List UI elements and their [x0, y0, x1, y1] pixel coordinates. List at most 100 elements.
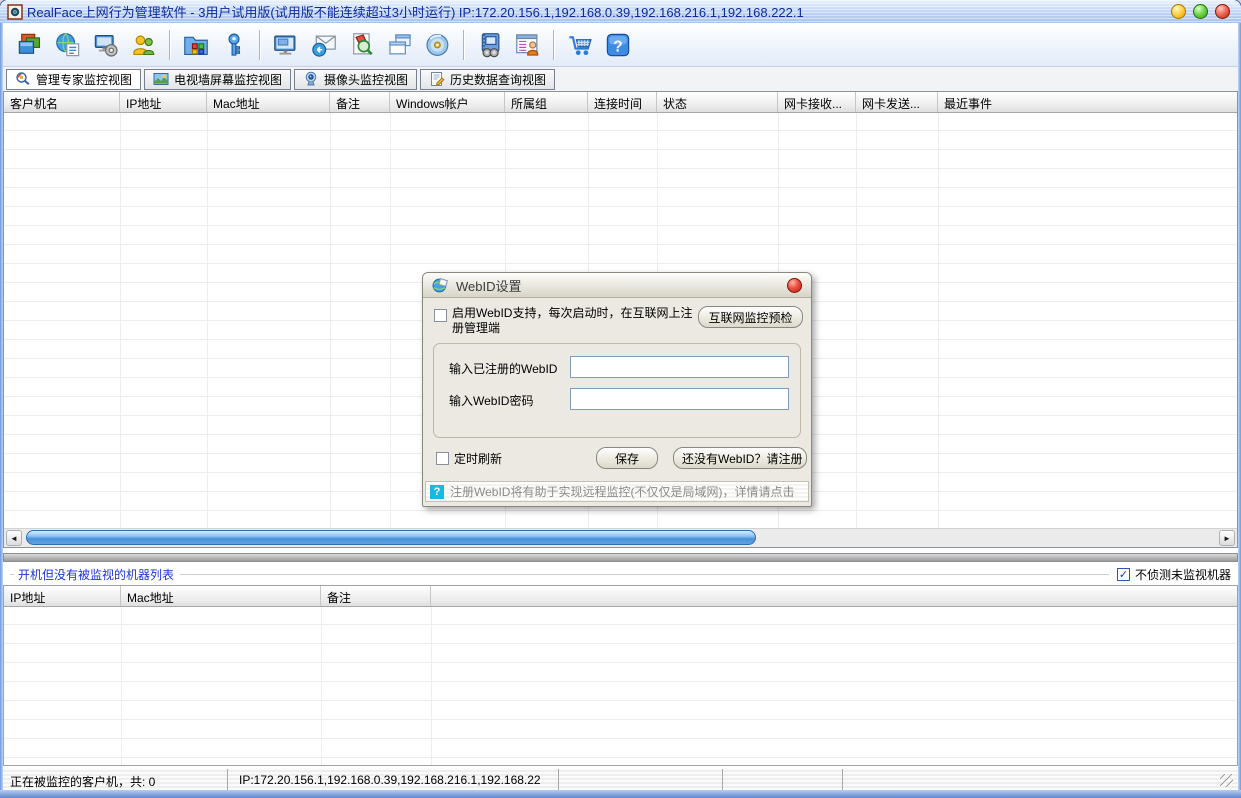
- precheck-button[interactable]: 互联网监控预检: [698, 306, 803, 328]
- column-header[interactable]: Windows帐户: [390, 92, 505, 112]
- dialog-title-bar[interactable]: WebID设置: [423, 273, 811, 298]
- tab-expert-monitor[interactable]: 管理专家监控视图: [6, 69, 141, 90]
- toolbar-button-help[interactable]: ?: [600, 27, 636, 63]
- column-header[interactable]: 备注: [330, 92, 390, 112]
- scroll-right-button[interactable]: ►: [1219, 530, 1235, 546]
- column-header[interactable]: Mac地址: [121, 586, 321, 606]
- toolbar-button-globe-list[interactable]: [50, 27, 86, 63]
- auto-refresh-label: 定时刷新: [454, 450, 502, 467]
- toolbar-button-users[interactable]: [126, 27, 162, 63]
- tab-history-query[interactable]: 历史数据查询视图: [420, 69, 555, 90]
- enable-webid-label: 启用WebID支持，每次启动时，在互联网上注册管理端: [452, 306, 698, 336]
- toolbar-button-user-list[interactable]: [510, 27, 546, 63]
- cd-disc-icon: [425, 32, 451, 58]
- horizontal-scrollbar[interactable]: ◄ ►: [4, 528, 1237, 547]
- tab-label: 管理专家监控视图: [36, 71, 132, 88]
- maximize-button[interactable]: [1193, 4, 1208, 19]
- column-header[interactable]: 网卡发送...: [856, 92, 938, 112]
- unmonitored-table-header: IP地址Mac地址备注: [4, 586, 1237, 607]
- dialog-close-button[interactable]: [787, 278, 802, 293]
- cascade-windows-icon: [17, 32, 43, 58]
- checkbox-icon[interactable]: [434, 309, 447, 322]
- toolbar-button-folder-blocks[interactable]: [178, 27, 214, 63]
- toolbar-button-search-doc[interactable]: [344, 27, 380, 63]
- toolbar-button-monitor-gear[interactable]: [88, 27, 124, 63]
- grid-column-line: [121, 606, 122, 765]
- toolbar-button-notebook-binoculars[interactable]: [472, 27, 508, 63]
- no-detect-checkbox[interactable]: ✓ 不侦测未监视机器: [1117, 566, 1231, 583]
- folder-blocks-icon: [183, 32, 209, 58]
- grid-column-line: [330, 112, 331, 529]
- webid-label: 输入已注册的WebID: [449, 360, 557, 377]
- toolbar-button-usb-key[interactable]: [216, 27, 252, 63]
- grid-column-line: [390, 112, 391, 529]
- toolbar-button-cascade-windows[interactable]: [12, 27, 48, 63]
- grid-column-line: [321, 606, 322, 765]
- enable-webid-checkbox[interactable]: 启用WebID支持，每次启动时，在互联网上注册管理端: [434, 306, 698, 336]
- tab-camera-monitor[interactable]: 摄像头监控视图: [294, 69, 417, 90]
- screen-monitor-icon: [273, 32, 299, 58]
- grid-column-line: [120, 112, 121, 529]
- scrollbar-thumb[interactable]: [26, 530, 756, 545]
- status-panel-2: IP:172.20.156.1,192.168.0.39,192.168.216…: [232, 769, 559, 790]
- unmonitored-table-body[interactable]: [4, 606, 1237, 765]
- toolbar-separator: [259, 30, 261, 60]
- scroll-left-button[interactable]: ◄: [6, 530, 22, 546]
- window-controls: [1171, 4, 1230, 19]
- column-header[interactable]: 所属组: [505, 92, 588, 112]
- toolbar-separator: [553, 30, 555, 60]
- tab-label: 摄像头监控视图: [324, 71, 408, 88]
- webid-input[interactable]: [570, 356, 789, 378]
- column-header[interactable]: 客户机名: [4, 92, 120, 112]
- status-panel-3: [563, 769, 723, 790]
- tab-label: 电视墙屏幕监控视图: [174, 71, 282, 88]
- toolbar-button-screen-monitor[interactable]: [268, 27, 304, 63]
- column-header[interactable]: IP地址: [4, 586, 121, 606]
- svg-text:?: ?: [613, 38, 622, 55]
- column-header[interactable]: 备注: [321, 586, 431, 606]
- close-button[interactable]: [1215, 4, 1230, 19]
- grid-column-line: [856, 112, 857, 529]
- toolbar-button-cart[interactable]: [562, 27, 598, 63]
- auto-refresh-checkbox[interactable]: 定时刷新: [436, 450, 502, 467]
- column-header[interactable]: 网卡接收...: [778, 92, 856, 112]
- toolbar-button-cd-disc[interactable]: [420, 27, 456, 63]
- register-button[interactable]: 还没有WebID？请注册: [673, 447, 807, 469]
- window-frame-bottom: [0, 790, 1241, 798]
- cart-icon: [567, 32, 593, 58]
- question-icon: ?: [430, 485, 444, 499]
- toolbar-button-copy-windows[interactable]: [382, 27, 418, 63]
- webid-dialog: WebID设置 启用WebID支持，每次启动时，在互联网上注册管理端 互联网监控…: [422, 272, 812, 507]
- unmonitored-list-caption: 开机但没有被监视的机器列表: [18, 566, 174, 583]
- title-bar[interactable]: RealFace上网行为管理软件 - 3用户试用版(试用版不能连续超过3小时运行…: [0, 0, 1241, 24]
- column-header[interactable]: 连接时间: [588, 92, 657, 112]
- dialog-hint[interactable]: 注册WebID将有助于实现远程监控(不仅仅是局域网)，详情请点击: [450, 483, 794, 500]
- grid-column-line: [207, 112, 208, 529]
- app-window: RealFace上网行为管理软件 - 3用户试用版(试用版不能连续超过3小时运行…: [0, 0, 1241, 798]
- app-icon: [7, 4, 23, 20]
- column-header[interactable]: [431, 586, 1237, 606]
- help-icon: ?: [605, 32, 631, 58]
- toolbar-button-mail-reply[interactable]: [306, 27, 342, 63]
- column-header[interactable]: 状态: [657, 92, 778, 112]
- save-button[interactable]: 保存: [596, 447, 658, 469]
- column-header[interactable]: 最近事件: [938, 92, 1237, 112]
- password-input[interactable]: [570, 388, 789, 410]
- usb-key-icon: [221, 32, 247, 58]
- webid-group-box: 输入已注册的WebID 输入WebID密码: [433, 343, 801, 438]
- tab-history-icon: [429, 71, 445, 87]
- toolbar: ?: [3, 23, 1238, 67]
- unmonitored-table-panel: IP地址Mac地址备注: [3, 585, 1238, 766]
- column-header[interactable]: Mac地址: [207, 92, 330, 112]
- status-bar: 正在被监控的客户机，共: 0IP:172.20.156.1,192.168.0.…: [3, 767, 1238, 790]
- tab-tvwall-monitor[interactable]: 电视墙屏幕监控视图: [144, 69, 291, 90]
- no-detect-checkbox-label: 不侦测未监视机器: [1135, 566, 1231, 583]
- minimize-button[interactable]: [1171, 4, 1186, 19]
- column-header[interactable]: IP地址: [120, 92, 207, 112]
- splitter[interactable]: [3, 553, 1238, 562]
- grid-column-line: [938, 112, 939, 529]
- resize-grip[interactable]: [1220, 774, 1233, 787]
- unmonitored-section-caption-row: 开机但没有被监视的机器列表 ✓ 不侦测未监视机器: [3, 564, 1238, 584]
- checkbox-checked-icon[interactable]: ✓: [1117, 568, 1130, 581]
- checkbox-icon[interactable]: [436, 452, 449, 465]
